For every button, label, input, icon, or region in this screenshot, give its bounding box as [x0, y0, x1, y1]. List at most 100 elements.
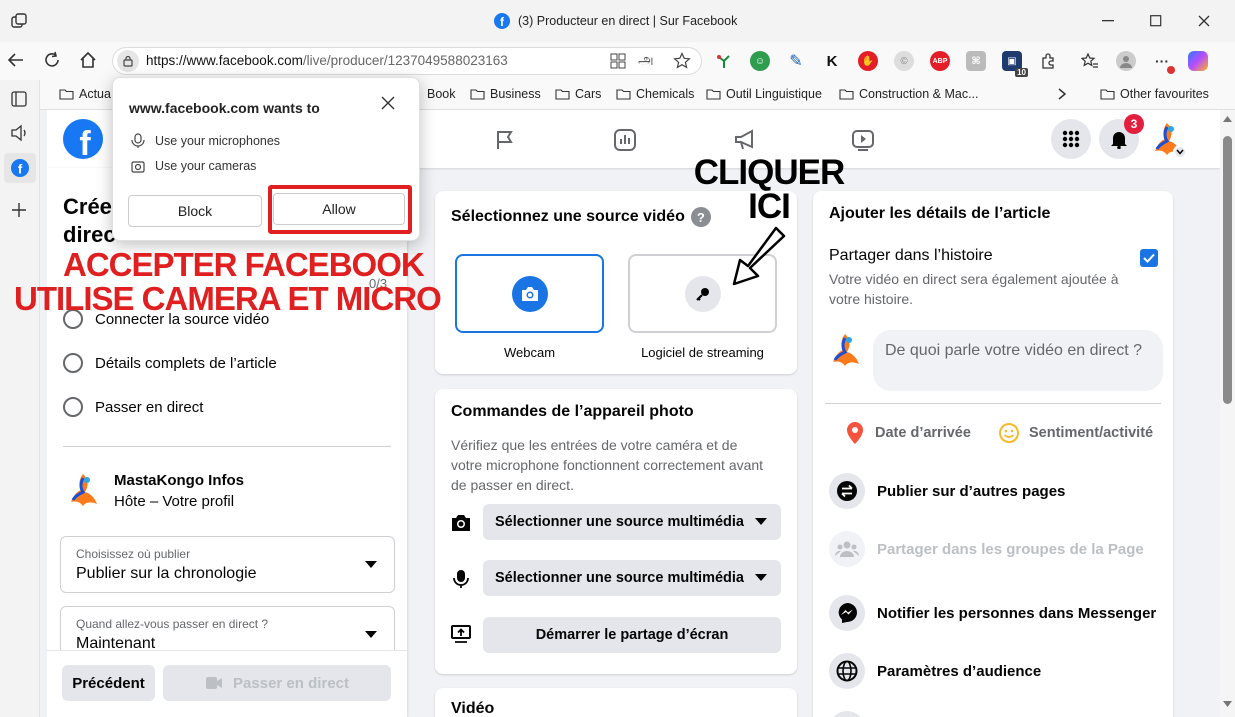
bookmark-cars[interactable]: Cars [555, 87, 601, 101]
stop-extension-icon[interactable]: ✋ [858, 51, 878, 71]
url-text[interactable]: https://www.facebook.com/live/producer/1… [146, 53, 508, 68]
account-avatar[interactable] [1147, 119, 1187, 159]
step-details[interactable]: Détails complets de l’article [63, 353, 277, 373]
bookmark-label: Business [490, 87, 541, 101]
bell-icon [1111, 132, 1127, 149]
bookmark-chemicals[interactable]: Chemicals [616, 87, 694, 101]
permission-popup-title: www.facebook.com wants to [129, 100, 320, 116]
speaker-icon[interactable] [10, 124, 30, 142]
screen-share-button[interactable]: Démarrer le partage d’écran [483, 617, 781, 653]
pen-extension-icon[interactable]: ✎ [786, 51, 806, 71]
grey-extension-icon[interactable]: © [894, 51, 914, 71]
video-play-icon[interactable] [851, 128, 875, 152]
streaming-software-label: Logiciel de streaming [641, 345, 764, 360]
bookmark-label: Construction & Mac... [859, 87, 979, 101]
reload-icon[interactable] [42, 50, 62, 70]
option-label: Partager dans les groupes de la Page [877, 540, 1144, 558]
bookmark-actua[interactable]: Actua [59, 87, 111, 101]
webcam-source-option[interactable] [455, 254, 604, 333]
location-pin-icon [847, 422, 863, 444]
megaphone-icon[interactable] [733, 128, 759, 152]
feeling-activity-button[interactable]: Sentiment/activité [997, 421, 1153, 445]
tab-actions-icon[interactable] [10, 90, 28, 108]
click-here-line2: ICI [748, 187, 791, 226]
microphone-source-select[interactable]: Sélectionner une source multimédia [483, 560, 781, 596]
share-story-checkbox[interactable] [1140, 249, 1158, 267]
address-bar[interactable]: https://www.facebook.com/live/producer/1… [112, 47, 702, 75]
page-title-line2: direc [63, 222, 116, 247]
scroll-up-icon[interactable] [1223, 116, 1232, 122]
badge-extension-icon[interactable]: ▣ 10 [1002, 51, 1028, 77]
webcam-label: Webcam [503, 345, 556, 360]
camera-source-select[interactable]: Sélectionner une source multimédia [483, 504, 781, 540]
facebook-logo-icon[interactable]: f [63, 119, 103, 159]
camera-controls-card: Commandes de l’appareil photo Vérifiez q… [435, 389, 797, 674]
maximize-button[interactable] [1138, 6, 1174, 36]
share-groups-option[interactable]: Partager dans les groupes de la Page [829, 531, 1144, 567]
bookmark-outil-linguistique[interactable]: Outil Linguistique [706, 87, 822, 101]
microphone-icon [453, 569, 469, 589]
publish-select-value: Publier sur la chronologie [76, 565, 257, 582]
bookmark-book[interactable]: Book [427, 87, 456, 101]
menu-grid-button[interactable] [1051, 119, 1091, 159]
audience-settings-option[interactable]: Paramètres d’audience [829, 653, 1041, 689]
close-icon[interactable] [381, 96, 395, 110]
translate-icon[interactable]: அ [638, 51, 654, 70]
more-options-icon[interactable]: ··· [1152, 51, 1175, 74]
more-option-icon[interactable] [829, 711, 865, 717]
tab-title[interactable]: f (3) Producteur en direct | Sur Faceboo… [494, 13, 737, 29]
flag-icon[interactable] [493, 128, 517, 152]
minimize-button[interactable] [1090, 6, 1126, 36]
bookmark-label: Chemicals [636, 87, 695, 101]
publish-other-pages-option[interactable]: Publier sur d’autres pages [829, 473, 1065, 509]
copilot-icon[interactable] [1188, 51, 1208, 71]
lock-icon[interactable] [117, 50, 139, 72]
app-available-icon[interactable] [609, 52, 627, 70]
composer-avatar [825, 330, 865, 370]
scrollbar-thumb[interactable] [1223, 136, 1232, 404]
folder-icon [1100, 89, 1115, 100]
other-favourites[interactable]: Other favourites [1100, 87, 1209, 101]
previous-button[interactable]: Précédent [62, 665, 155, 701]
bookmark-business[interactable]: Business [470, 87, 541, 101]
allow-highlight-box [268, 185, 412, 234]
close-window-button[interactable] [1186, 6, 1222, 36]
home-icon[interactable] [78, 50, 98, 70]
plant-extension-icon[interactable] [714, 51, 734, 71]
insights-icon[interactable] [613, 128, 637, 152]
bookmarks-overflow-chevron-icon[interactable] [1056, 87, 1068, 101]
step-radio[interactable] [63, 353, 83, 373]
back-icon[interactable] [6, 50, 26, 70]
svg-text:f: f [18, 162, 23, 177]
notify-messenger-option[interactable]: Notifier les personnes dans Messenger [829, 595, 1156, 631]
page-title: Crée direc [63, 193, 116, 249]
workspaces-icon[interactable] [10, 12, 28, 30]
go-live-button[interactable]: Passer en direct [163, 665, 391, 701]
publish-select[interactable]: Choisissez où publier Publier sur la chr… [60, 536, 395, 593]
profile-avatar-icon[interactable] [1116, 51, 1136, 71]
notifications-button[interactable]: 3 [1099, 114, 1144, 159]
step-label: Détails complets de l’article [95, 354, 277, 372]
camera-controls-desc: Vérifiez que les entrées de votre caméra… [451, 437, 764, 493]
favorites-icon[interactable] [1080, 51, 1100, 71]
block-button[interactable]: Block [128, 195, 262, 227]
new-tab-plus-icon[interactable] [11, 202, 27, 218]
robot-extension-icon[interactable]: ☺ [750, 51, 770, 71]
adblock-extension-icon[interactable]: ABP [930, 51, 950, 71]
sidebar-facebook-tab[interactable]: f [4, 153, 36, 183]
puzzle-extensions-icon[interactable] [1038, 51, 1058, 71]
caret-down-icon [365, 561, 377, 569]
step-go-live[interactable]: Passer en direct [63, 397, 203, 417]
step-radio[interactable] [63, 397, 83, 417]
smiley-icon [999, 423, 1019, 443]
arrival-date-label: Date d’arrivée [875, 425, 971, 441]
favorite-star-icon[interactable] [673, 52, 691, 70]
scroll-down-icon[interactable] [1223, 701, 1232, 707]
live-description-input[interactable]: De quoi parle votre vidéo en direct ? [873, 330, 1163, 391]
bookmark-construction[interactable]: Construction & Mac... [839, 87, 979, 101]
grey-square-extension-icon[interactable]: ⌘ [966, 51, 986, 71]
page-scrollbar[interactable] [1220, 110, 1235, 717]
when-select-label: Quand allez-vous passer en direct ? [76, 617, 269, 631]
k-extension-icon[interactable]: K [822, 51, 842, 71]
arrival-date-button[interactable]: Date d’arrivée [845, 421, 971, 445]
